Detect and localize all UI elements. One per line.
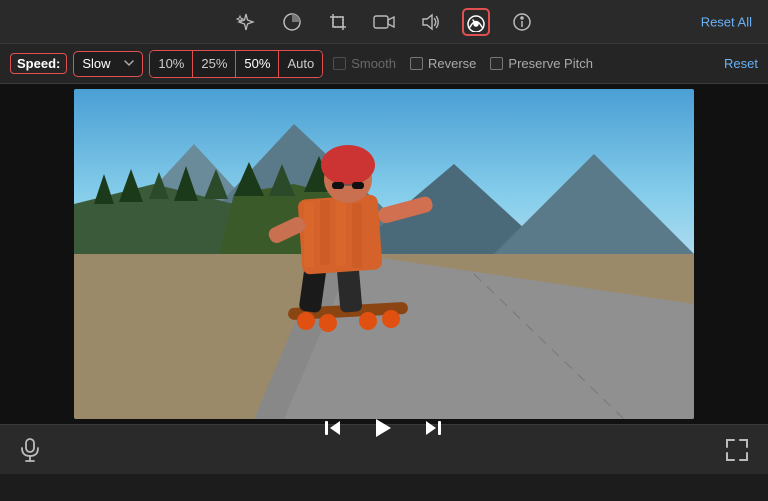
audio-icon[interactable] xyxy=(416,8,444,36)
video-frame xyxy=(74,89,694,419)
bottom-right xyxy=(726,439,748,461)
preserve-pitch-option[interactable]: Preserve Pitch xyxy=(486,56,597,71)
reverse-label: Reverse xyxy=(428,56,476,71)
preserve-pitch-checkbox[interactable] xyxy=(490,57,503,70)
toolbar-icons xyxy=(232,8,536,36)
reverse-checkbox[interactable] xyxy=(410,57,423,70)
speed-50-button[interactable]: 50% xyxy=(236,51,279,77)
smooth-checkbox[interactable] xyxy=(333,57,346,70)
speedometer-icon[interactable] xyxy=(462,8,490,36)
speed-dropdown[interactable]: Slow xyxy=(73,51,143,77)
smooth-label: Smooth xyxy=(351,56,396,71)
speed-preset-group: 10% 25% 50% Auto xyxy=(149,50,323,78)
speed-label: Speed: xyxy=(10,53,67,74)
bottom-controls xyxy=(0,424,768,474)
skip-forward-button[interactable] xyxy=(423,418,443,438)
playback-controls xyxy=(323,416,443,440)
smooth-option[interactable]: Smooth xyxy=(329,56,400,71)
top-toolbar: Reset All xyxy=(0,0,768,44)
video-area xyxy=(0,84,768,424)
speed-auto-button[interactable]: Auto xyxy=(279,51,322,77)
sparkle-icon[interactable] xyxy=(232,8,260,36)
speed-10-button[interactable]: 10% xyxy=(150,51,193,77)
preserve-pitch-label: Preserve Pitch xyxy=(508,56,593,71)
speed-controls-row: Speed: Slow 10% 25% 50% Auto Smooth Reve… xyxy=(0,44,768,84)
skip-back-button[interactable] xyxy=(323,418,343,438)
reset-all-button[interactable]: Reset All xyxy=(701,14,752,29)
info-icon[interactable] xyxy=(508,8,536,36)
color-wheel-icon[interactable] xyxy=(278,8,306,36)
speed-25-button[interactable]: 25% xyxy=(193,51,236,77)
microphone-button[interactable] xyxy=(20,438,40,462)
reverse-option[interactable]: Reverse xyxy=(406,56,480,71)
video-camera-icon[interactable] xyxy=(370,8,398,36)
play-button[interactable] xyxy=(371,416,395,440)
fullscreen-button[interactable] xyxy=(726,439,748,461)
reset-button[interactable]: Reset xyxy=(724,56,758,71)
bottom-left xyxy=(20,438,40,462)
crop-icon[interactable] xyxy=(324,8,352,36)
